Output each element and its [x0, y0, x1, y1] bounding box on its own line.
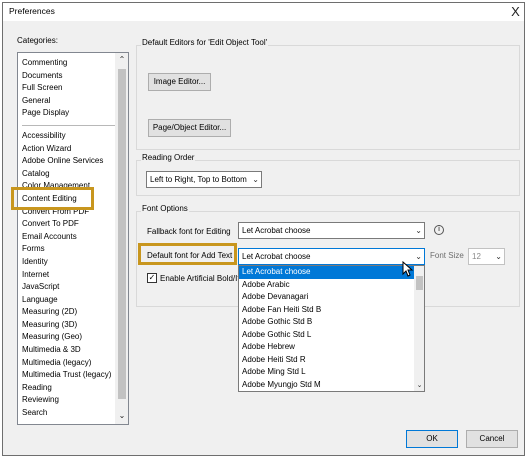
scroll-down-icon[interactable]: ⌄ [118, 411, 126, 421]
font-option[interactable]: Let Acrobat choose [239, 266, 414, 279]
scroll-down-icon[interactable]: ⌄ [415, 381, 424, 389]
default-font-select[interactable]: Let Acrobat choose ⌄ [238, 248, 425, 265]
category-list-items: Commenting Documents Full Screen General Pag… [22, 57, 116, 420]
fallback-font-select[interactable]: Let Acrobat choose ⌄ [238, 222, 425, 239]
fallback-font-label: Fallback font for Editing [147, 227, 231, 236]
category-item[interactable]: Email Accounts [22, 231, 116, 244]
category-item[interactable]: Reading [22, 382, 116, 395]
artificial-bold-label: Enable Artificial Bold/It [160, 274, 240, 283]
categories-label: Categories: [17, 36, 58, 45]
category-item[interactable]: Full Screen [22, 82, 116, 95]
font-size-value: 12 [472, 252, 481, 261]
category-separator [22, 120, 116, 130]
info-icon[interactable]: i [434, 225, 444, 235]
ok-button[interactable]: OK [406, 430, 458, 448]
category-item[interactable]: Measuring (2D) [22, 306, 116, 319]
font-option[interactable]: Adobe Heiti Std R [239, 354, 414, 367]
mouse-cursor-icon [402, 261, 414, 277]
artificial-bold-checkbox[interactable]: ✓ [147, 273, 157, 283]
font-size-select[interactable]: 12 ⌄ [468, 248, 505, 265]
content-editing-highlight-box [11, 187, 94, 210]
font-dropdown-options: Let Acrobat choose Adobe Arabic Adobe Deva… [239, 266, 414, 391]
fallback-font-value: Let Acrobat choose [242, 226, 311, 235]
category-item[interactable]: Convert To PDF [22, 218, 116, 231]
category-item[interactable]: JavaScript [22, 281, 116, 294]
reading-order-value: Left to Right, Top to Bottom [150, 175, 247, 184]
chevron-down-icon: ⌄ [495, 252, 502, 261]
cancel-button[interactable]: Cancel [466, 430, 518, 448]
category-item[interactable]: Page Display [22, 107, 116, 120]
font-option[interactable]: Adobe Fan Heiti Std B [239, 304, 414, 317]
reading-order-select[interactable]: Left to Right, Top to Bottom ⌄ [146, 171, 262, 188]
category-item[interactable]: General [22, 95, 116, 108]
close-icon[interactable]: X [507, 3, 524, 21]
image-editor-button[interactable]: Image Editor... [148, 73, 211, 91]
scroll-thumb[interactable] [118, 69, 126, 399]
font-option[interactable]: Adobe Gothic Std B [239, 316, 414, 329]
window-title: Preferences [9, 6, 55, 16]
chevron-down-icon: ⌄ [415, 252, 422, 261]
category-item[interactable]: Documents [22, 70, 116, 83]
default-font-highlight-box [138, 243, 237, 265]
editors-group-title: Default Editors for 'Edit Object Tool' [141, 38, 269, 47]
chevron-down-icon: ⌄ [252, 175, 259, 184]
default-font-value: Let Acrobat choose [242, 252, 311, 261]
category-item[interactable]: Internet [22, 269, 116, 282]
font-options-title: Font Options [141, 204, 189, 213]
font-option[interactable]: Adobe Gothic Std L [239, 329, 414, 342]
category-item[interactable]: Forms [22, 243, 116, 256]
category-item[interactable]: Identity [22, 256, 116, 269]
scroll-up-icon[interactable]: ⌃ [118, 55, 126, 65]
dropdown-scrollbar[interactable]: ⌄ [414, 266, 424, 391]
chevron-down-icon: ⌄ [415, 226, 422, 235]
font-option[interactable]: Adobe Hebrew [239, 341, 414, 354]
font-option[interactable]: Adobe Devanagari [239, 291, 414, 304]
category-item[interactable]: Commenting [22, 57, 116, 70]
category-item[interactable]: Adobe Online Services [22, 155, 116, 168]
category-list[interactable]: Commenting Documents Full Screen General Pag… [17, 52, 129, 425]
category-item[interactable]: Catalog [22, 168, 116, 181]
font-option[interactable]: Adobe Myungjo Std M [239, 379, 414, 392]
category-item[interactable]: Measuring (Geo) [22, 331, 116, 344]
font-dropdown-list[interactable]: Let Acrobat choose Adobe Arabic Adobe Deva… [238, 265, 425, 392]
category-item[interactable]: Language [22, 294, 116, 307]
category-item[interactable]: Search [22, 407, 116, 420]
category-item[interactable]: Action Wizard [22, 143, 116, 156]
category-item[interactable]: Multimedia (legacy) [22, 357, 116, 370]
category-scrollbar[interactable]: ⌃ ⌄ [115, 53, 128, 424]
page-object-editor-button[interactable]: Page/Object Editor... [148, 119, 231, 137]
dropdown-scroll-thumb[interactable] [416, 276, 423, 290]
category-item[interactable]: Reviewing [22, 394, 116, 407]
category-item[interactable]: Multimedia Trust (legacy) [22, 369, 116, 382]
category-item[interactable]: Multimedia & 3D [22, 344, 116, 357]
category-item[interactable]: Measuring (3D) [22, 319, 116, 332]
title-bar: Preferences X [3, 3, 524, 21]
category-item[interactable]: Accessibility [22, 130, 116, 143]
font-option[interactable]: Adobe Ming Std L [239, 366, 414, 379]
font-size-label: Font Size [430, 251, 464, 260]
reading-order-title: Reading Order [141, 153, 196, 162]
preferences-dialog: Preferences X Categories: Commenting Docu… [2, 2, 525, 456]
font-option[interactable]: Adobe Arabic [239, 279, 414, 292]
